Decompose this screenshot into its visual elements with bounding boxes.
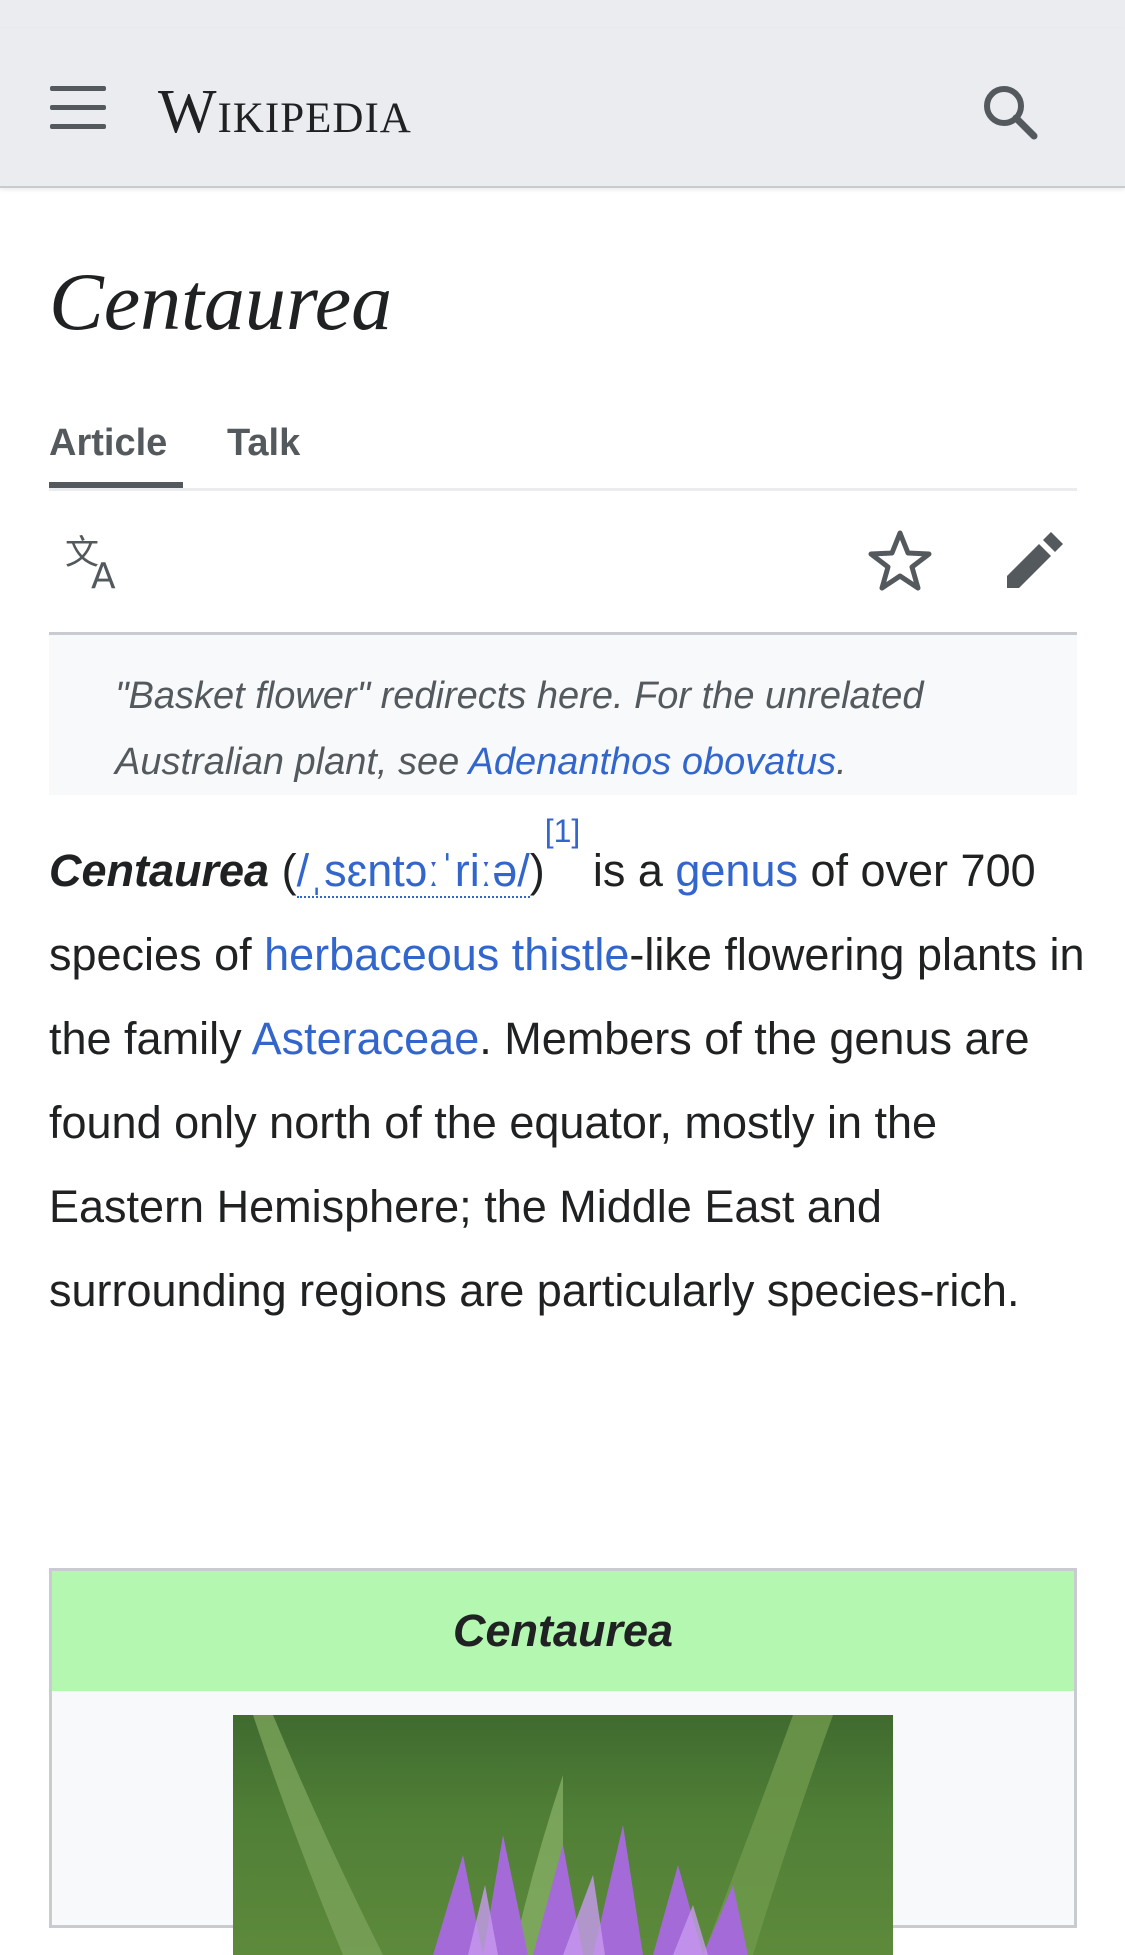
top-header: Wikipedia — [0, 28, 1125, 188]
page-tabs: Article Talk — [49, 400, 1077, 491]
infobox-image[interactable] — [233, 1715, 893, 1955]
svg-text:A: A — [91, 556, 116, 594]
link-herbaceous-thistle[interactable]: herbaceous thistle — [264, 929, 629, 980]
language-icon[interactable]: 文 A — [63, 528, 129, 597]
pencil-icon[interactable] — [999, 528, 1065, 594]
infobox-title: Centaurea — [52, 1571, 1074, 1691]
lead-paragraph: Centaurea (/ˌsɛntɔːˈriːə/)[1] is a genus… — [49, 815, 1089, 1333]
star-icon[interactable] — [867, 528, 933, 594]
infobox: Centaurea — [49, 1568, 1077, 1955]
tab-talk[interactable]: Talk — [227, 410, 300, 476]
page-title: Centaurea — [49, 256, 393, 347]
hatnote-end: . — [836, 741, 847, 783]
lead-bold-term: Centaurea — [49, 845, 270, 896]
search-icon[interactable] — [978, 80, 1042, 144]
active-tab-indicator — [49, 482, 183, 488]
status-bar — [0, 0, 1125, 28]
reference-link-1[interactable]: [1] — [545, 813, 581, 849]
lead-text-1: is a — [580, 845, 676, 896]
hatnote: "Basket flower" redirects here. For the … — [49, 635, 1077, 795]
lead-paren-close: ) — [529, 845, 545, 896]
ipa-pronunciation-link[interactable]: /ˌsɛntɔːˈriːə/ — [296, 845, 530, 898]
hatnote-link-adenanthos[interactable]: Adenanthos obovatus — [468, 741, 836, 783]
link-asteraceae[interactable]: Asteraceae — [252, 1013, 480, 1064]
tab-article[interactable]: Article — [49, 410, 167, 476]
link-genus[interactable]: genus — [675, 845, 798, 896]
hamburger-menu-icon[interactable] — [50, 86, 106, 130]
lead-paren-open: ( — [269, 845, 297, 896]
page-actions-bar: 文 A — [49, 490, 1077, 635]
wikipedia-logo[interactable]: Wikipedia — [158, 72, 412, 152]
